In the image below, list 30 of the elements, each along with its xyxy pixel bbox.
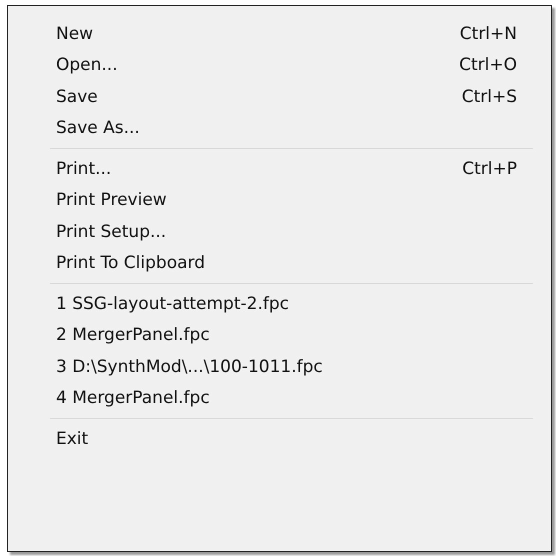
- shortcut-label: Ctrl+O: [459, 55, 518, 76]
- menu-item[interactable]: 1 SSG-layout-attempt-2.fpc: [56, 288, 533, 320]
- shortcut-label: Ctrl+N: [460, 24, 518, 44]
- menu-item[interactable]: Print... Ctrl+P: [56, 153, 533, 184]
- shortcut-label: Ctrl+P: [462, 158, 518, 179]
- menu-item[interactable]: 2 MergerPanel.fpc: [56, 320, 533, 351]
- menu-item-label: Print Preview: [56, 190, 167, 210]
- menu-item[interactable]: Exit: [56, 423, 533, 454]
- menu-item-label: Print...: [56, 158, 112, 179]
- menu-item-label: Print To Clipboard: [56, 253, 206, 274]
- menu-item[interactable]: Open... Ctrl+O: [56, 50, 533, 81]
- menu-item[interactable]: Save Ctrl+S: [56, 81, 533, 112]
- menu-item-label: 1 SSG-layout-attempt-2.fpc: [56, 294, 289, 314]
- menu-item-label: 4 MergerPanel.fpc: [56, 388, 210, 408]
- menu-item[interactable]: Print Setup...: [56, 216, 533, 248]
- menu-item-label: Save As...: [56, 118, 140, 138]
- shortcut-label: Ctrl+S: [462, 86, 518, 107]
- menu-item[interactable]: Save As...: [56, 112, 533, 144]
- menu-item[interactable]: 3 D:\SynthMod\...\100-1011.fpc: [56, 351, 533, 382]
- menu-item[interactable]: Print Preview: [56, 184, 533, 216]
- menu-item[interactable]: Print To Clipboard: [56, 248, 533, 279]
- menu-item-label: Exit: [56, 428, 88, 449]
- menu-item-label: Open...: [56, 55, 118, 76]
- menu-item-label: 3 D:\SynthMod\...\100-1011.fpc: [56, 356, 323, 377]
- menu-item-label: New: [56, 24, 94, 44]
- menu-item[interactable]: New Ctrl+N: [56, 18, 533, 50]
- menu-item-label: Save: [56, 86, 98, 107]
- menu-item-label: 2 MergerPanel.fpc: [56, 325, 210, 346]
- menu-item[interactable]: 4 MergerPanel.fpc: [56, 382, 533, 414]
- menu-item-label: Print Setup...: [56, 222, 166, 242]
